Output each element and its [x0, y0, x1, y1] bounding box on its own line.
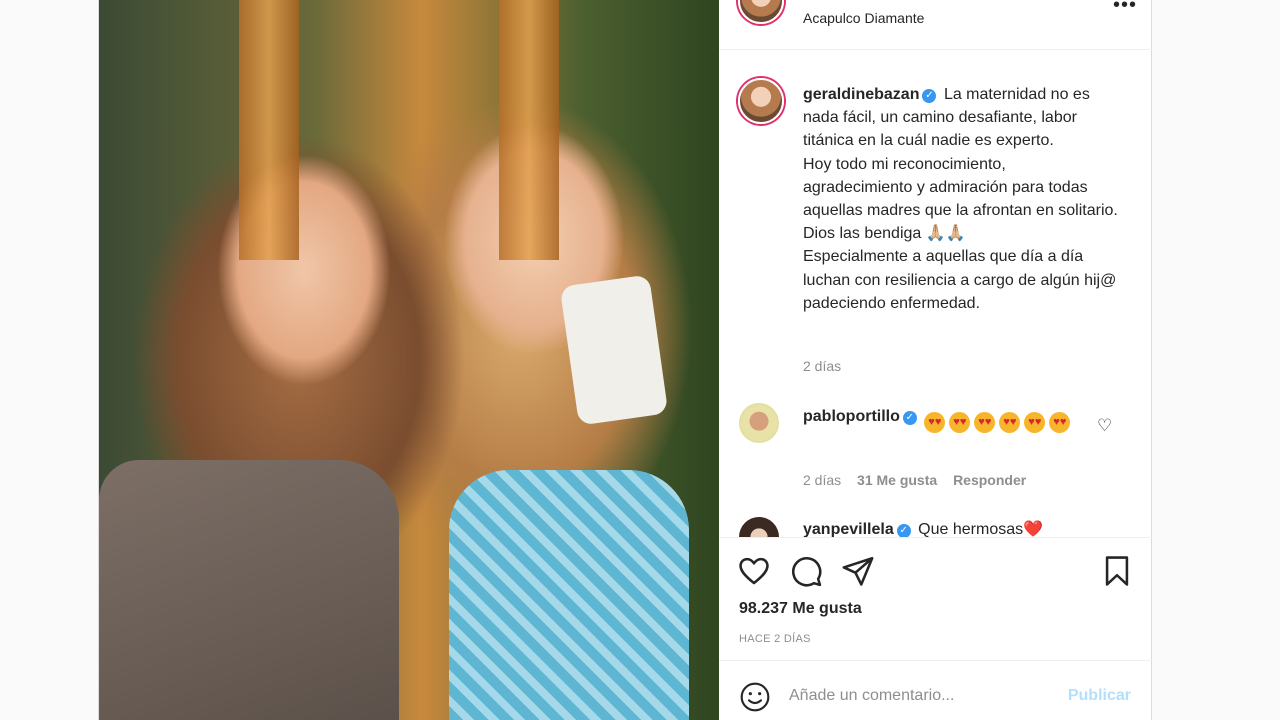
heart-eyes-emoji: ♥♥ — [974, 412, 996, 433]
heart-eyes-emoji: ♥♥ — [999, 412, 1021, 433]
comment-time[interactable]: 2 días — [803, 472, 841, 488]
red-heart-emoji: ❤️ — [1023, 521, 1044, 537]
add-comment-input[interactable]: Añade un comentario... — [789, 687, 954, 705]
comment-text: yanpevillela ✓ Que hermosas❤️ — [803, 519, 1043, 537]
share-paper-plane-icon[interactable] — [841, 554, 875, 588]
photo-shirt — [99, 460, 399, 720]
photo-mask — [559, 274, 669, 426]
heart-eyes-emoji: ♥♥ — [1024, 412, 1046, 433]
like-heart-icon[interactable] — [737, 554, 771, 588]
heart-eyes-emoji: ♥♥ — [949, 412, 971, 433]
emoji-smile-icon[interactable] — [739, 681, 771, 713]
post-frame: Acapulco Diamante ••• geraldinebazan ✓ La… — [98, 0, 1153, 720]
caption-text: geraldinebazan ✓ La maternidad no es nada… — [803, 83, 1118, 315]
heart-eyes-emoji: ♥♥ — [1049, 412, 1071, 433]
comment-body: Que hermosas — [918, 521, 1024, 537]
likes-count[interactable]: 98.237 Me gusta — [739, 600, 862, 618]
author-avatar[interactable] — [738, 0, 784, 24]
verified-badge-icon: ✓ — [922, 89, 937, 103]
comments-panel[interactable]: geraldinebazan ✓ La maternidad no es nada… — [719, 51, 1153, 537]
save-bookmark-icon[interactable] — [1100, 554, 1134, 588]
comment-bubble-icon[interactable] — [789, 554, 823, 588]
commenter-avatar[interactable] — [739, 517, 779, 537]
verified-badge-icon: ✓ — [896, 524, 911, 537]
caption-time[interactable]: 2 días — [803, 358, 841, 374]
reply-button[interactable]: Responder — [953, 472, 1026, 488]
heart-eyes-emoji: ♥♥ — [924, 412, 946, 433]
post-header: Acapulco Diamante ••• — [719, 0, 1153, 50]
photo-background-post — [239, 0, 299, 260]
post-photo[interactable] — [99, 0, 719, 720]
post-timestamp[interactable]: HACE 2 DÍAS — [739, 633, 811, 645]
comment-text: pabloportillo ✓ ♥♥ ♥♥ ♥♥ ♥♥ ♥♥ ♥♥ — [803, 405, 1093, 433]
more-options-icon[interactable]: ••• — [1113, 0, 1137, 17]
verified-badge-icon: ✓ — [902, 411, 917, 425]
comment-username[interactable]: yanpevillela — [803, 521, 894, 537]
like-comment-heart-icon[interactable]: ♡ — [1097, 416, 1112, 436]
add-comment-bar: Añade un comentario... Publicar — [719, 660, 1153, 720]
location-link[interactable]: Acapulco Diamante — [803, 10, 924, 26]
pray-emoji: 🙏🏼🙏🏼 — [925, 225, 966, 243]
post-sidebar: Acapulco Diamante ••• geraldinebazan ✓ La… — [719, 0, 1153, 720]
publish-button[interactable]: Publicar — [1068, 687, 1131, 705]
photo-dress — [449, 470, 689, 720]
caption-avatar[interactable] — [738, 78, 784, 124]
action-bar: 98.237 Me gusta HACE 2 DÍAS — [719, 537, 1153, 660]
caption-body-3: Especialmente a aquellas que día a día l… — [803, 248, 1117, 312]
commenter-avatar[interactable] — [739, 403, 779, 443]
comment-username[interactable]: pabloportillo — [803, 408, 900, 425]
caption-username[interactable]: geraldinebazan — [803, 86, 919, 103]
comment-likes[interactable]: 31 Me gusta — [857, 472, 937, 488]
photo-background-post — [499, 0, 559, 260]
comment-meta: 2 días 31 Me gusta Responder — [803, 472, 1038, 488]
